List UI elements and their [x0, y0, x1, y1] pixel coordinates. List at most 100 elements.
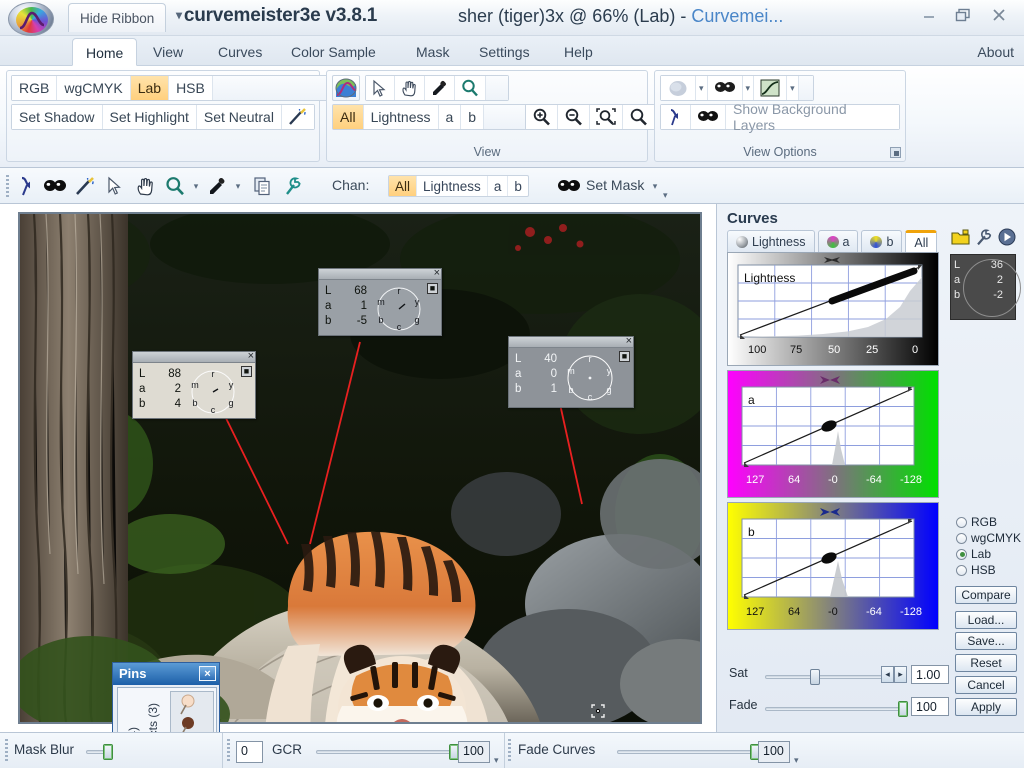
dialog-launcher-icon[interactable] — [890, 147, 901, 158]
mask-blur-thumb[interactable] — [103, 744, 113, 760]
hand-icon[interactable] — [395, 76, 425, 100]
mask-glasses-icon[interactable] — [707, 76, 743, 100]
close-icon[interactable] — [984, 8, 1014, 28]
pin-icon[interactable] — [14, 174, 40, 198]
mode-lab[interactable]: Lab — [130, 76, 170, 100]
mask-glasses-icon[interactable] — [42, 174, 68, 198]
tab-curve-lightness[interactable]: Lightness — [727, 230, 815, 252]
color-wheel-icon[interactable]: r y g c b m — [187, 368, 239, 416]
set-mask-button[interactable]: Set Mask — [586, 177, 644, 193]
compare-button[interactable]: Compare — [955, 586, 1017, 604]
lightness-curve-chart[interactable]: 100 75 50 25 0 — [728, 253, 938, 365]
color-sample-popup-top[interactable]: × L 68 a 1 b -5 r y g c b m ■ — [318, 268, 442, 336]
tab-settings[interactable]: Settings — [466, 38, 543, 66]
zoom-out-icon[interactable] — [558, 105, 590, 129]
radio-hsb[interactable]: HSB — [956, 562, 1021, 578]
quick-channel-all[interactable]: All — [389, 176, 418, 196]
fade-value[interactable]: 100 — [911, 697, 949, 716]
quick-channel-lightness[interactable]: Lightness — [417, 176, 488, 196]
play-icon[interactable] — [998, 228, 1016, 251]
quickbar-overflow-icon[interactable]: ▾ — [663, 190, 668, 201]
folder-icon[interactable] — [951, 229, 970, 251]
sample-titlebar[interactable]: × — [319, 268, 441, 280]
tab-home[interactable]: Home — [72, 38, 138, 66]
eyedropper-icon[interactable] — [425, 76, 455, 100]
eyedropper-icon[interactable] — [204, 174, 230, 198]
magnifier-dropdown-icon[interactable]: ▾ — [190, 174, 202, 198]
radio-rgb[interactable]: RGB — [956, 514, 1021, 530]
close-icon[interactable]: × — [434, 268, 440, 279]
zoom-actual-icon[interactable] — [623, 105, 654, 129]
curve-graph-icon[interactable] — [754, 76, 788, 100]
set-neutral-button[interactable]: Set Neutral — [196, 105, 282, 129]
copy-icon[interactable] — [250, 174, 276, 198]
radio-rgb-indicator[interactable] — [956, 516, 967, 528]
close-icon[interactable]: × — [626, 336, 632, 347]
radio-wgcmyk[interactable]: wgCMYK — [956, 530, 1021, 546]
view-channel-all[interactable]: All — [333, 105, 364, 129]
set-highlight-button[interactable]: Set Highlight — [102, 105, 197, 129]
magnifier-icon[interactable] — [162, 174, 188, 198]
sample-expand-icon[interactable]: ■ — [241, 366, 252, 377]
sample-expand-icon[interactable]: ■ — [427, 283, 438, 294]
zoom-in-icon[interactable] — [526, 105, 558, 129]
tab-curve-a[interactable]: a — [817, 230, 859, 252]
radio-hsb-indicator[interactable] — [956, 564, 967, 576]
reset-button[interactable]: Reset — [955, 654, 1017, 672]
sat-spin-right[interactable]: ▸ — [894, 666, 907, 683]
app-logo-orb[interactable] — [8, 2, 54, 36]
radio-wgcmyk-indicator[interactable] — [956, 532, 967, 544]
mask-dropdown-icon[interactable]: ▾ — [742, 76, 755, 100]
eyedropper-dropdown-icon[interactable]: ▾ — [232, 174, 244, 198]
show-background-layers-label[interactable]: Show Background Layers — [726, 101, 899, 133]
cancel-button[interactable]: Cancel — [955, 676, 1017, 694]
gcr-left-value[interactable]: 0 — [236, 741, 263, 763]
apply-button[interactable]: Apply — [955, 698, 1017, 716]
lightness-curve-box[interactable]: 100 75 50 25 0 Lightness — [727, 252, 939, 366]
fade-overflow-icon[interactable]: ▾ — [794, 755, 799, 766]
curve-graph-dropdown-icon[interactable]: ▾ — [787, 76, 799, 100]
quick-channel-b[interactable]: b — [508, 176, 528, 196]
sample-expand-icon[interactable]: ■ — [619, 351, 630, 362]
magnifier-icon[interactable] — [455, 76, 486, 100]
tab-color-sample[interactable]: Color Sample — [278, 38, 389, 66]
gcr-right-value[interactable]: 100 — [458, 741, 490, 763]
status-grip-2[interactable] — [227, 739, 230, 763]
hand-icon[interactable] — [132, 174, 158, 198]
sample-titlebar[interactable]: × — [133, 351, 255, 363]
gcr-overflow-icon[interactable]: ▾ — [494, 755, 499, 766]
mask-glasses-icon[interactable] — [556, 174, 582, 198]
color-sample-popup-right[interactable]: × L 40 a 0 b 1 r y g c b m ■ — [508, 336, 634, 408]
curve-orb-icon[interactable] — [332, 75, 360, 101]
zoom-fit-icon[interactable] — [590, 105, 623, 129]
a-curve-box[interactable]: 127 64 -0 -64 -128 a — [727, 370, 939, 498]
sat-spin-left[interactable]: ◂ — [881, 666, 894, 683]
fade-slider-thumb[interactable] — [898, 701, 908, 717]
blur-preview-icon[interactable] — [661, 76, 696, 100]
status-grip-1[interactable] — [5, 739, 8, 763]
view-channel-b[interactable]: b — [461, 105, 485, 129]
radio-lab[interactable]: Lab — [956, 546, 1021, 562]
minimize-icon[interactable] — [914, 8, 944, 28]
set-shadow-button[interactable]: Set Shadow — [12, 105, 103, 129]
view-channel-a[interactable]: a — [438, 105, 462, 129]
tab-view[interactable]: View — [140, 38, 196, 66]
color-sample-popup-left[interactable]: × L 88 a 2 b 4 r y g c b m ■ — [132, 351, 256, 419]
tab-mask[interactable]: Mask — [403, 38, 462, 66]
mask-blur-track[interactable] — [86, 744, 113, 760]
arrow-cursor-icon[interactable] — [102, 174, 128, 198]
color-wheel-icon[interactable]: r y g c b m — [563, 353, 617, 403]
sat-slider-thumb[interactable] — [810, 669, 820, 685]
tab-curve-all[interactable]: All — [905, 230, 938, 252]
sample-titlebar[interactable]: × — [509, 336, 633, 348]
view-channel-lightness[interactable]: Lightness — [363, 105, 439, 129]
mode-hsb[interactable]: HSB — [169, 76, 213, 100]
color-wheel-icon[interactable]: r y g c b m — [373, 285, 425, 333]
fade-curves-track[interactable] — [617, 744, 760, 760]
restore-icon[interactable] — [948, 8, 978, 28]
pins-panel-titlebar[interactable]: Pins × — [113, 663, 219, 685]
sat-value[interactable]: 1.00 — [911, 665, 949, 684]
fade-slider-track[interactable] — [765, 701, 908, 717]
tab-help[interactable]: Help — [551, 38, 606, 66]
a-curve-chart[interactable]: 127 64 -0 -64 -128 — [728, 371, 938, 497]
